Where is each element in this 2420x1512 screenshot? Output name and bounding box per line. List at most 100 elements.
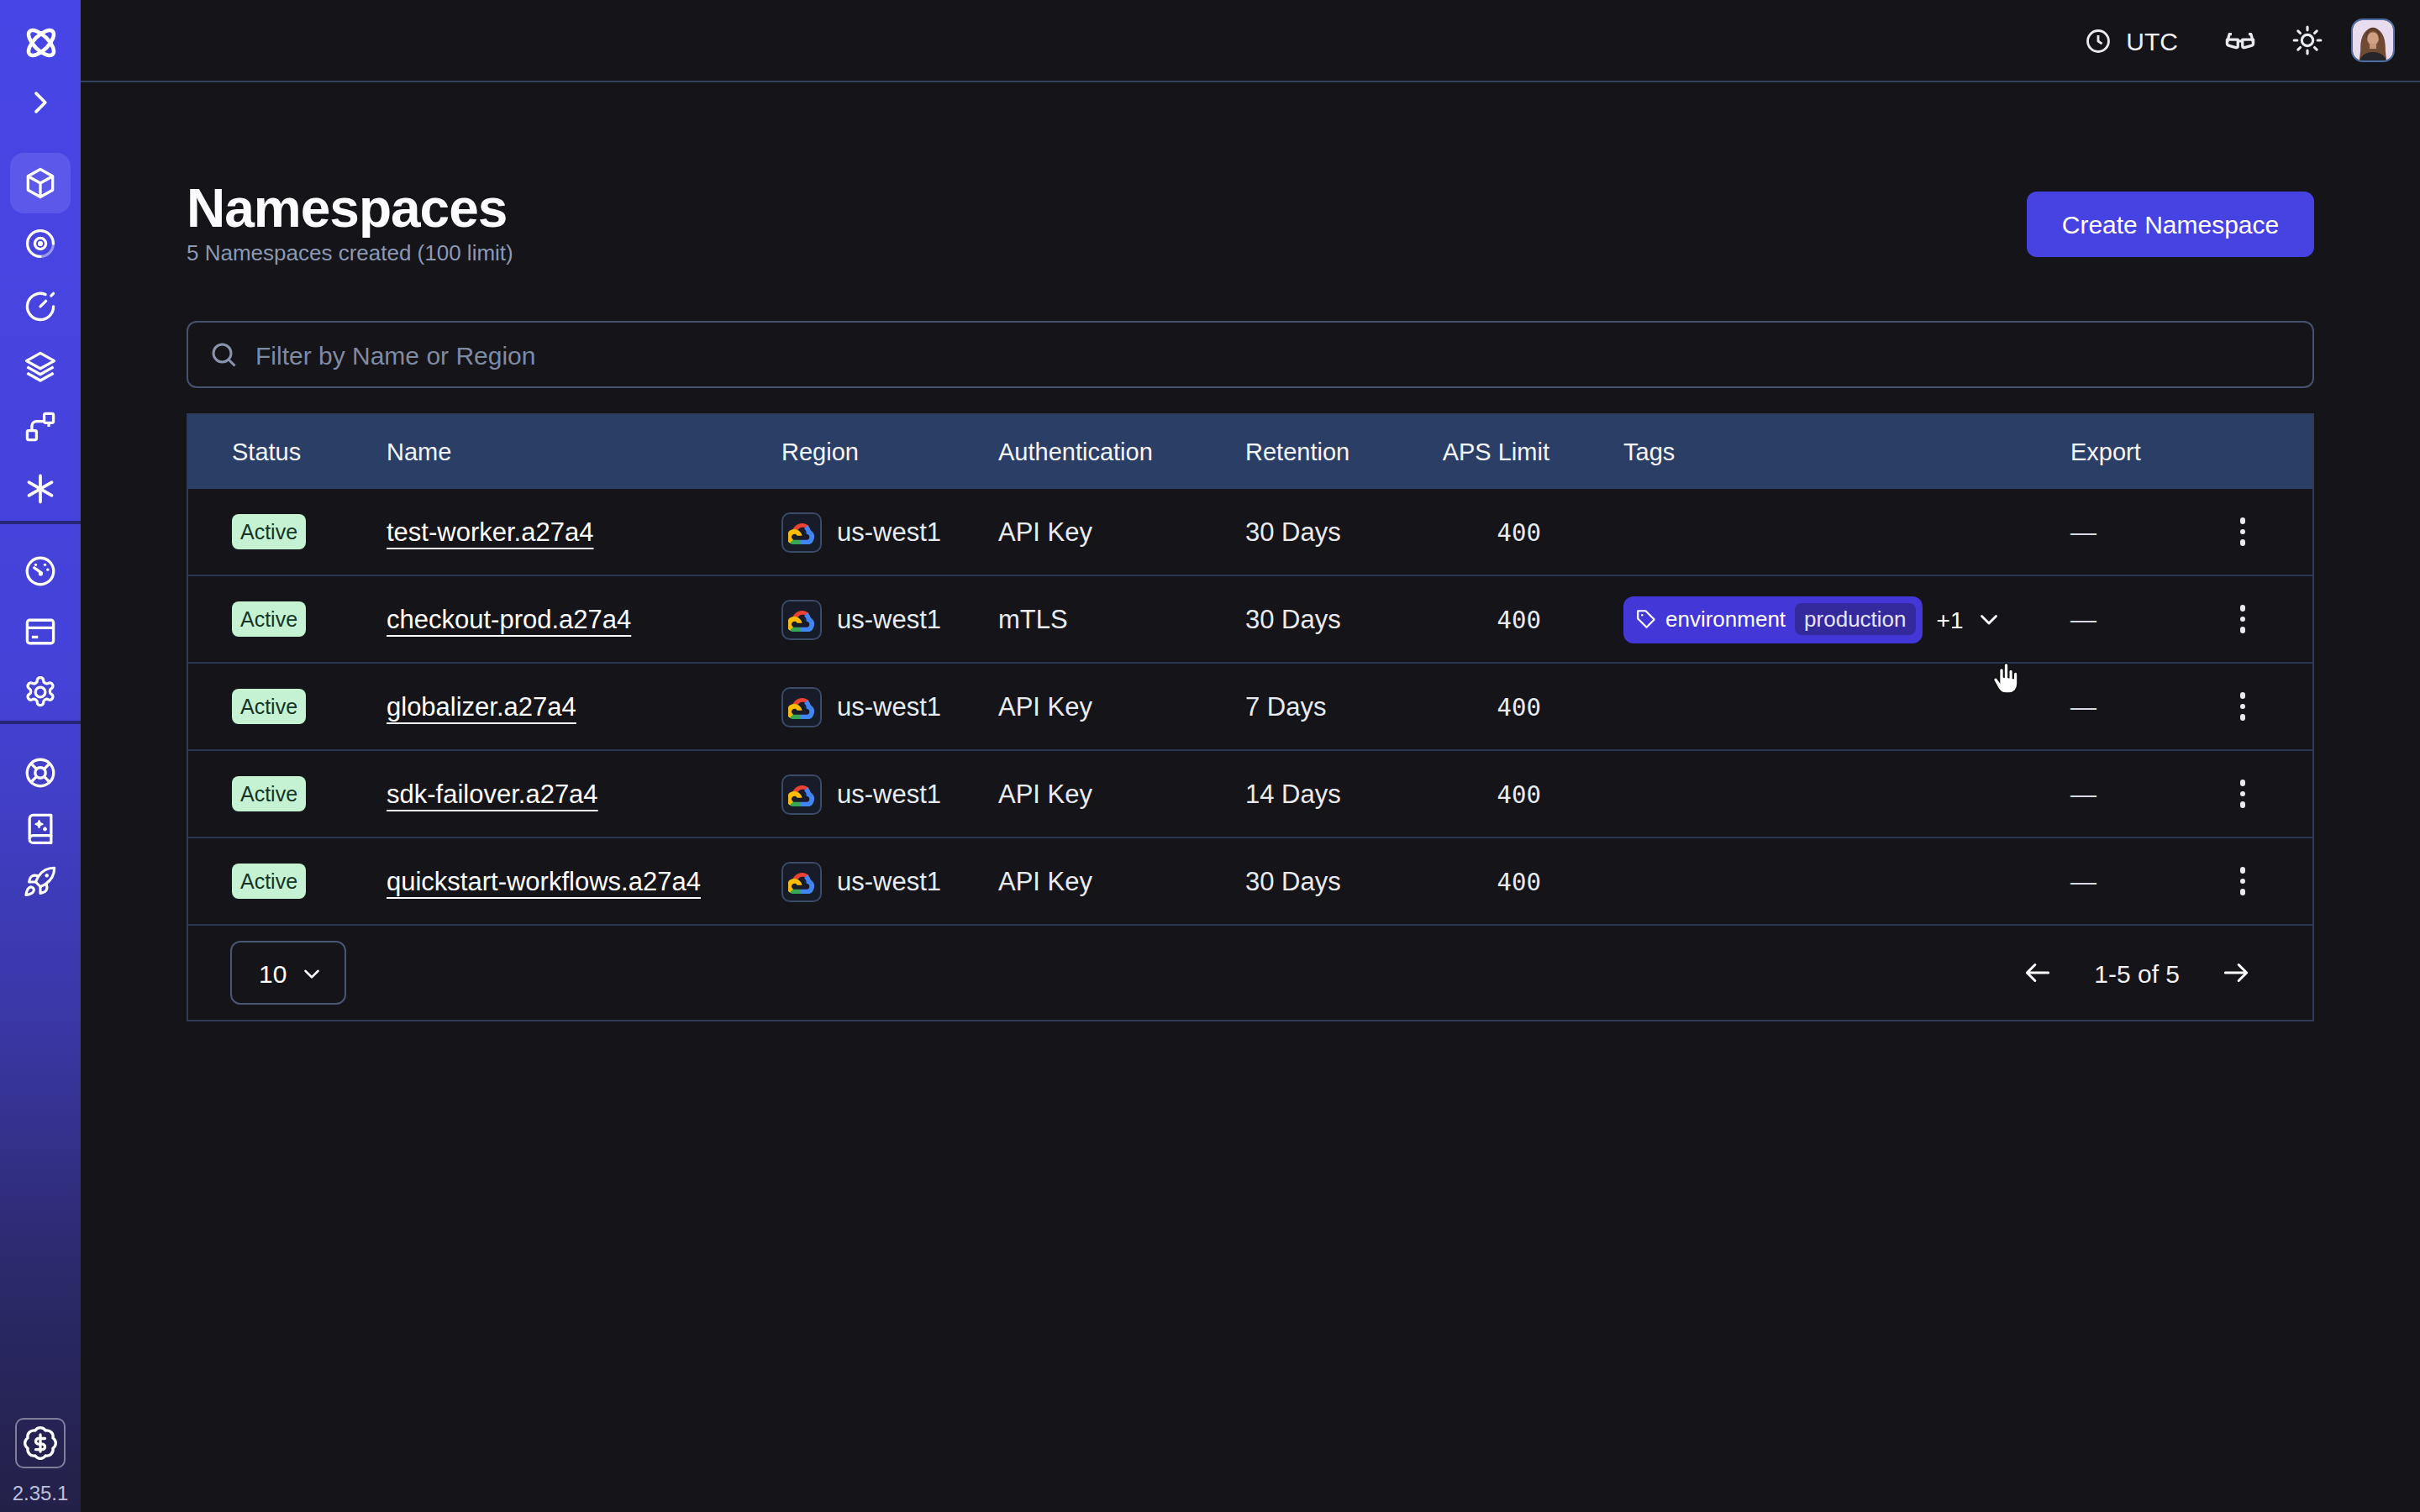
main-content: Namespaces 5 Namespaces created (100 lim… [81, 84, 2420, 1512]
namespace-link[interactable]: test-worker.a27a4 [387, 517, 593, 547]
export-value: — [2070, 604, 2096, 634]
region-label: us-west1 [837, 691, 941, 722]
auth-cell: API Key [998, 779, 1245, 809]
tag-more-count: +1 [1937, 606, 1964, 633]
next-page-arrow[interactable] [2220, 959, 2252, 986]
region-label: us-west1 [837, 779, 941, 809]
table-row[interactable]: Active checkout-prod.a27a4 us-west1 mTLS… [188, 576, 2312, 664]
gcp-cloud-icon [781, 512, 822, 552]
row-menu-kebab[interactable] [2233, 512, 2252, 553]
namespace-link[interactable]: sdk-failover.a27a4 [387, 779, 598, 809]
sidebar-item-billing[interactable] [10, 601, 71, 662]
namespaces-table: Status Name Region Authentication Retent… [187, 413, 2314, 1021]
sidebar-item-settings[interactable] [10, 662, 71, 722]
tag-icon [1635, 608, 1657, 630]
sidebar-item-workflow[interactable] [10, 396, 71, 457]
gcp-cloud-icon [781, 861, 822, 901]
auth-cell: API Key [998, 866, 1245, 896]
row-menu-kebab[interactable] [2233, 861, 2252, 902]
row-menu-kebab[interactable] [2233, 599, 2252, 640]
auth-cell: API Key [998, 691, 1245, 722]
tag-pill[interactable]: environment production [1623, 596, 1923, 643]
table-row[interactable]: Active test-worker.a27a4 us-west1 API Ke… [188, 489, 2312, 576]
gcp-cloud-icon [781, 774, 822, 814]
retention-cell: 7 Days [1245, 691, 1430, 722]
retention-cell: 14 Days [1245, 779, 1430, 809]
filter-input[interactable]: Filter by Name or Region [187, 321, 2314, 388]
search-icon [208, 339, 239, 370]
col-retention: Retention [1245, 438, 1430, 465]
clock-icon [2084, 26, 2112, 55]
export-value: — [2070, 866, 2096, 896]
status-badge: Active [232, 776, 306, 811]
sidebar-item-timer[interactable] [10, 276, 71, 336]
aps-cell: 400 [1430, 693, 1549, 720]
table-row[interactable]: Active sdk-failover.a27a4 us-west1 API K… [188, 751, 2312, 838]
prev-page-arrow[interactable] [2022, 959, 2054, 986]
page-title: Namespaces [187, 180, 513, 237]
aps-cell: 400 [1430, 518, 1549, 545]
sidebar-item-getting-started[interactable] [10, 852, 71, 912]
row-menu-kebab[interactable] [2233, 774, 2252, 815]
tag-key: environment [1665, 606, 1786, 632]
user-avatar[interactable] [2351, 18, 2395, 62]
retention-cell: 30 Days [1245, 604, 1430, 634]
aps-cell: 400 [1430, 868, 1549, 895]
timezone-label: UTC [2126, 26, 2178, 55]
chevron-down-icon [299, 960, 324, 985]
page-size-value: 10 [259, 958, 287, 987]
status-badge: Active [232, 601, 306, 637]
table-row[interactable]: Active quickstart-workflows.a27a4 us-wes… [188, 838, 2312, 926]
row-menu-kebab[interactable] [2233, 686, 2252, 727]
export-value: — [2070, 517, 2096, 547]
sidebar-item-support[interactable] [10, 743, 71, 803]
col-aps-limit: APS Limit [1430, 438, 1549, 465]
col-authentication: Authentication [998, 438, 1245, 465]
temporal-logo-icon[interactable] [10, 12, 71, 72]
col-tags: Tags [1623, 438, 2070, 465]
filter-placeholder: Filter by Name or Region [255, 340, 535, 369]
retention-cell: 30 Days [1245, 517, 1430, 547]
sidebar-item-docs[interactable] [10, 798, 71, 858]
sidebar-item-usage[interactable] [10, 540, 71, 601]
labs-glasses-icon[interactable] [2222, 22, 2259, 59]
namespace-link[interactable]: globalizer.a27a4 [387, 691, 576, 722]
tags-expand-chevron[interactable] [1975, 605, 2003, 633]
sidebar-item-nexus[interactable] [10, 458, 71, 518]
gcp-cloud-icon [781, 599, 822, 639]
sidebar: 2.35.1 [0, 0, 81, 1512]
auth-cell: API Key [998, 517, 1245, 547]
status-badge: Active [232, 514, 306, 549]
theme-sun-icon[interactable] [2291, 24, 2324, 57]
col-status: Status [232, 438, 387, 465]
tags-cell: environment production +1 [1623, 596, 2070, 643]
sidebar-item-namespaces[interactable] [10, 152, 71, 213]
create-namespace-button[interactable]: Create Namespace [2027, 192, 2314, 257]
sidebar-item-iris[interactable] [10, 213, 71, 274]
retention-cell: 30 Days [1245, 866, 1430, 896]
status-badge: Active [232, 864, 306, 899]
export-value: — [2070, 779, 2096, 809]
col-export: Export [2070, 438, 2312, 465]
tag-value: production [1794, 603, 1916, 635]
sidebar-item-layers[interactable] [10, 336, 71, 396]
export-value: — [2070, 691, 2096, 722]
table-header-row: Status Name Region Authentication Retent… [188, 415, 2312, 489]
region-label: us-west1 [837, 604, 941, 634]
usage-dollar-button[interactable] [15, 1418, 66, 1468]
pagination-range: 1-5 of 5 [2094, 958, 2180, 987]
namespace-link[interactable]: quickstart-workflows.a27a4 [387, 866, 701, 896]
aps-cell: 400 [1430, 606, 1549, 633]
namespace-link[interactable]: checkout-prod.a27a4 [387, 604, 631, 634]
region-label: us-west1 [837, 866, 941, 896]
gcp-cloud-icon [781, 686, 822, 727]
aps-cell: 400 [1430, 780, 1549, 807]
table-footer: 10 1-5 of 5 [188, 926, 2312, 1020]
sidebar-collapse-chevron[interactable] [10, 72, 71, 133]
timezone-selector[interactable]: UTC [2084, 26, 2178, 55]
region-label: us-west1 [837, 517, 941, 547]
topbar: UTC [81, 0, 2420, 82]
page-size-select[interactable]: 10 [230, 941, 346, 1005]
col-name: Name [387, 438, 781, 465]
mouse-cursor-pointer [1988, 659, 2020, 702]
